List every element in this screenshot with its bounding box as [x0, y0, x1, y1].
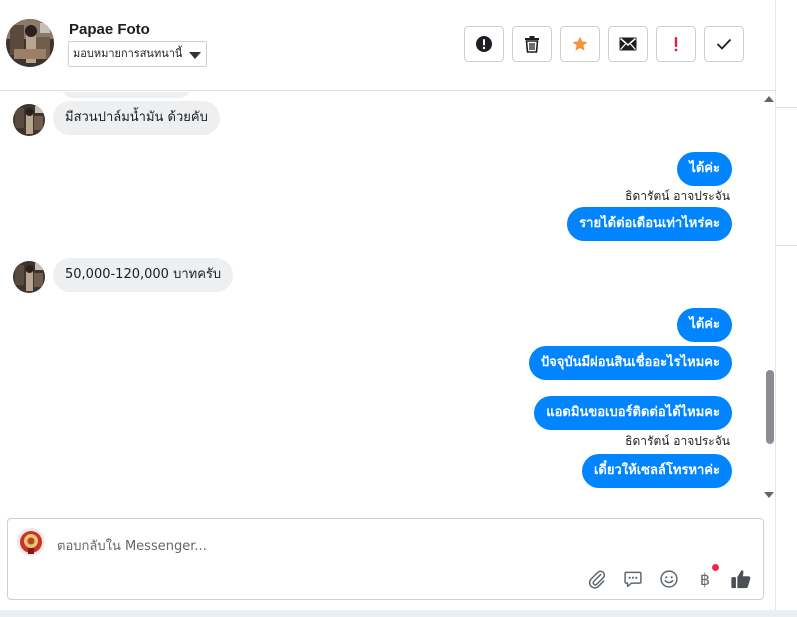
- bottom-edge: [0, 610, 797, 617]
- message-thread[interactable]: มีสวนปาล์มน้ำมัน ด้วยคับ ได้ค่ะ ธิดารัตน…: [0, 92, 763, 504]
- assign-label: มอบหมายการสนทนานี้: [73, 47, 183, 60]
- conversation-header: Papae Foto มอบหมายการสนทนานี้: [0, 0, 775, 91]
- emoji-icon: [660, 570, 678, 588]
- sender-name: ธิดารัตน์ อาจประจัน: [625, 434, 730, 448]
- reply-composer[interactable]: ตอบกลับใน Messenger... ฿: [7, 518, 764, 600]
- reply-input[interactable]: ตอบกลับใน Messenger...: [57, 535, 207, 556]
- outgoing-message: เดี๋ยวให้เซลล์โทรหาค่ะ: [581, 454, 732, 488]
- sender-name: ธิดารัตน์ อาจประจัน: [625, 189, 730, 203]
- outgoing-message: ปัจจุบันมีผ่อนสินเชื่ออะไรไหมคะ: [528, 346, 732, 380]
- envelope-icon: [619, 37, 637, 51]
- avatar[interactable]: [13, 261, 45, 293]
- thumbs-up-button[interactable]: [729, 567, 753, 591]
- attach-file-button[interactable]: [585, 567, 609, 591]
- scroll-up-arrow-icon[interactable]: [764, 96, 774, 102]
- report-button[interactable]: [464, 26, 504, 62]
- alert-circle-icon: [476, 36, 492, 52]
- thumbs-up-icon: [731, 570, 751, 589]
- saved-reply-icon: [624, 571, 642, 588]
- trash-icon: [525, 36, 539, 53]
- flag-important-button[interactable]: [656, 26, 696, 62]
- incoming-message: มีสวนปาล์มน้ำมัน ด้วยคับ: [53, 101, 220, 135]
- mark-done-button[interactable]: [704, 26, 744, 62]
- page-avatar: [17, 528, 45, 556]
- notification-dot: [712, 564, 719, 571]
- incoming-message: 50,000-120,000 บาทครับ: [53, 258, 234, 292]
- outgoing-message: รายได้ต่อเดือนเท่าไหร่คะ: [567, 207, 732, 241]
- thread-scrollbar[interactable]: [763, 92, 775, 504]
- star-button[interactable]: [560, 26, 600, 62]
- saved-replies-button[interactable]: [621, 567, 645, 591]
- assign-conversation-dropdown[interactable]: มอบหมายการสนทนานี้: [68, 41, 207, 67]
- partial-message-bubble: [61, 92, 191, 98]
- outgoing-message: ได้ค่ะ: [677, 152, 732, 186]
- paperclip-icon: [588, 570, 606, 589]
- avatar[interactable]: [13, 104, 45, 136]
- star-icon: [572, 36, 588, 51]
- scroll-down-arrow-icon[interactable]: [764, 492, 774, 498]
- divider: [776, 245, 797, 246]
- payment-icon: ฿: [699, 569, 711, 589]
- chevron-down-icon: [189, 52, 201, 59]
- payment-button[interactable]: ฿: [693, 564, 719, 591]
- checkmark-icon: [716, 38, 732, 50]
- conversation-panel: Papae Foto มอบหมายการสนทนานี้ มีสวนปาล์ม…: [0, 0, 775, 617]
- delete-button[interactable]: [512, 26, 552, 62]
- contact-name[interactable]: Papae Foto: [69, 21, 150, 38]
- exclamation-icon: [674, 37, 678, 52]
- outgoing-message: ได้ค่ะ: [677, 308, 732, 342]
- scrollbar-thumb[interactable]: [766, 370, 774, 444]
- side-panel-edge: [775, 0, 797, 617]
- mark-unread-button[interactable]: [608, 26, 648, 62]
- outgoing-message: แอดมินขอเบอร์ติดต่อได้ไหมคะ: [534, 396, 732, 430]
- divider: [776, 107, 797, 108]
- emoji-button[interactable]: [657, 567, 681, 591]
- contact-avatar[interactable]: [6, 19, 54, 67]
